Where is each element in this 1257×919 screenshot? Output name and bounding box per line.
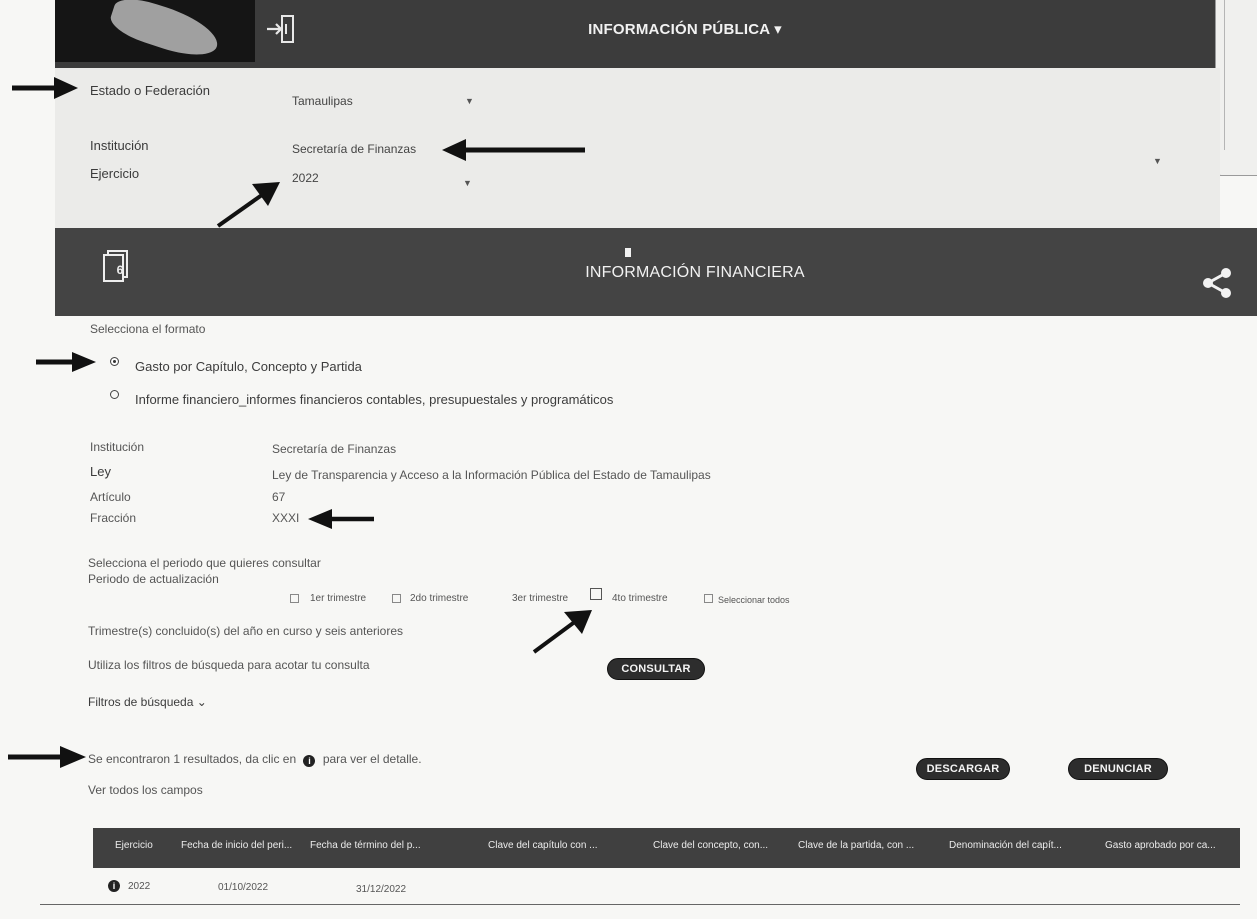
institucion-label: Institución bbox=[90, 138, 149, 153]
column-header[interactable]: Fecha de término del p... bbox=[310, 840, 421, 851]
column-header[interactable]: Clave de la partida, con ... bbox=[798, 840, 914, 851]
ejercicio-label: Ejercicio bbox=[90, 166, 140, 181]
bookmark-icon bbox=[625, 248, 631, 257]
chevron-down-icon: ▼ bbox=[465, 96, 474, 106]
radio-format-gasto[interactable] bbox=[110, 357, 119, 366]
detail-fraccion-value: XXXI bbox=[272, 511, 300, 525]
detail-ley-value: Ley de Transparencia y Acceso a la Infor… bbox=[272, 468, 711, 482]
period-option-2[interactable]: 2do trimestre bbox=[410, 593, 468, 604]
arrow-annotation bbox=[442, 139, 585, 161]
share-icon[interactable] bbox=[1200, 266, 1234, 300]
column-header[interactable]: Clave del capítulo con ... bbox=[488, 840, 598, 851]
column-header[interactable]: Ejercicio bbox=[115, 840, 153, 851]
arrow-annotation bbox=[8, 746, 86, 768]
format-option-informe[interactable]: Informe financiero_informes financieros … bbox=[135, 392, 613, 407]
column-header[interactable]: Gasto aprobado por ca... bbox=[1105, 840, 1216, 851]
detail-articulo-label: Artículo bbox=[90, 490, 131, 504]
top-header: INFORMACIÓN PÚBLICA ▾ bbox=[55, 0, 1220, 68]
period-checkbox-3[interactable] bbox=[590, 588, 602, 600]
info-icon[interactable]: i bbox=[108, 880, 120, 892]
table-row-divider bbox=[40, 904, 1240, 905]
scan-edge bbox=[1215, 0, 1257, 176]
format-prompt: Selecciona el formato bbox=[90, 322, 206, 336]
scan-edge-inner bbox=[1224, 0, 1251, 150]
arrow-annotation bbox=[12, 77, 78, 99]
logo-shape bbox=[106, 0, 224, 62]
logo bbox=[55, 0, 255, 62]
period-option-3[interactable]: 3er trimestre bbox=[512, 593, 568, 604]
chevron-down-icon: ▼ bbox=[463, 178, 472, 188]
arrow-annotation bbox=[36, 352, 96, 372]
login-icon[interactable] bbox=[265, 12, 295, 46]
results-count: Se encontraron 1 resultados, da clic en … bbox=[88, 752, 422, 767]
chevron-down-icon: ▾ bbox=[774, 21, 782, 38]
header-title-text: INFORMACIÓN PÚBLICA bbox=[588, 21, 770, 38]
arrow-annotation bbox=[216, 182, 280, 228]
search-hint: Utiliza los filtros de búsqueda para aco… bbox=[88, 658, 370, 672]
detail-fraccion-label: Fracción bbox=[90, 511, 137, 525]
consult-button[interactable]: CONSULTAR bbox=[607, 658, 705, 680]
show-all-fields-link[interactable]: Ver todos los campos bbox=[88, 783, 203, 797]
results-count-text-end: para ver el detalle. bbox=[322, 752, 422, 766]
doc-icon-number: 6 bbox=[116, 263, 124, 277]
table-cell: 2022 bbox=[128, 881, 151, 892]
column-header[interactable]: Denominación del capít... bbox=[949, 840, 1062, 851]
period-prompt: Selecciona el periodo que quieres consul… bbox=[88, 556, 321, 570]
table-cell: 31/12/2022 bbox=[356, 884, 407, 895]
period-option-select-all[interactable]: Seleccionar todos bbox=[718, 595, 790, 605]
period-option-4[interactable]: 4to trimestre bbox=[612, 593, 668, 604]
table-cell: 01/10/2022 bbox=[218, 882, 269, 893]
detail-ley-label: Ley bbox=[90, 464, 111, 479]
info-icon: i bbox=[303, 755, 316, 767]
results-table-header: Ejercicio Fecha de inicio del peri... Fe… bbox=[93, 828, 1240, 868]
section-title: INFORMACIÓN FINANCIERA bbox=[585, 264, 805, 281]
report-button[interactable]: DENUNCIAR bbox=[1068, 758, 1168, 780]
radio-format-informe[interactable] bbox=[110, 390, 119, 399]
column-header[interactable]: Fecha de inicio del peri... bbox=[181, 840, 292, 851]
period-note: Trimestre(s) concluido(s) del año en cur… bbox=[88, 624, 404, 638]
ejercicio-select[interactable]: 2022 bbox=[292, 171, 319, 185]
period-option-1[interactable]: 1er trimestre bbox=[310, 593, 366, 604]
period-checkbox-2[interactable] bbox=[392, 594, 401, 603]
period-checkbox-1[interactable] bbox=[290, 594, 299, 603]
header-title[interactable]: INFORMACIÓN PÚBLICA ▾ bbox=[555, 20, 815, 38]
column-header[interactable]: Clave del concepto, con... bbox=[653, 840, 768, 851]
arrow-annotation bbox=[532, 610, 592, 654]
detail-institucion-value: Secretaría de Finanzas bbox=[272, 442, 397, 456]
estado-label: Estado o Federación bbox=[90, 83, 210, 98]
chevron-down-icon: ▼ bbox=[1153, 156, 1162, 166]
period-label: Periodo de actualización bbox=[88, 572, 219, 586]
arrow-annotation bbox=[308, 509, 374, 529]
results-count-text-start: Se encontraron 1 resultados, da clic en bbox=[88, 752, 297, 766]
detail-institucion-label: Institución bbox=[90, 440, 145, 454]
period-checkbox-4[interactable] bbox=[704, 594, 713, 603]
filters-toggle[interactable]: Filtros de búsqueda ⌄ bbox=[88, 695, 207, 709]
download-button[interactable]: DESCARGAR bbox=[916, 758, 1010, 780]
detail-articulo-value: 67 bbox=[272, 490, 286, 504]
financial-info-bar: 6 INFORMACIÓN FINANCIERA bbox=[55, 228, 1257, 316]
institucion-select[interactable]: Secretaría de Finanzas bbox=[292, 142, 416, 156]
format-option-gasto[interactable]: Gasto por Capítulo, Concepto y Partida bbox=[135, 359, 362, 374]
estado-select[interactable]: Tamaulipas bbox=[292, 94, 353, 108]
